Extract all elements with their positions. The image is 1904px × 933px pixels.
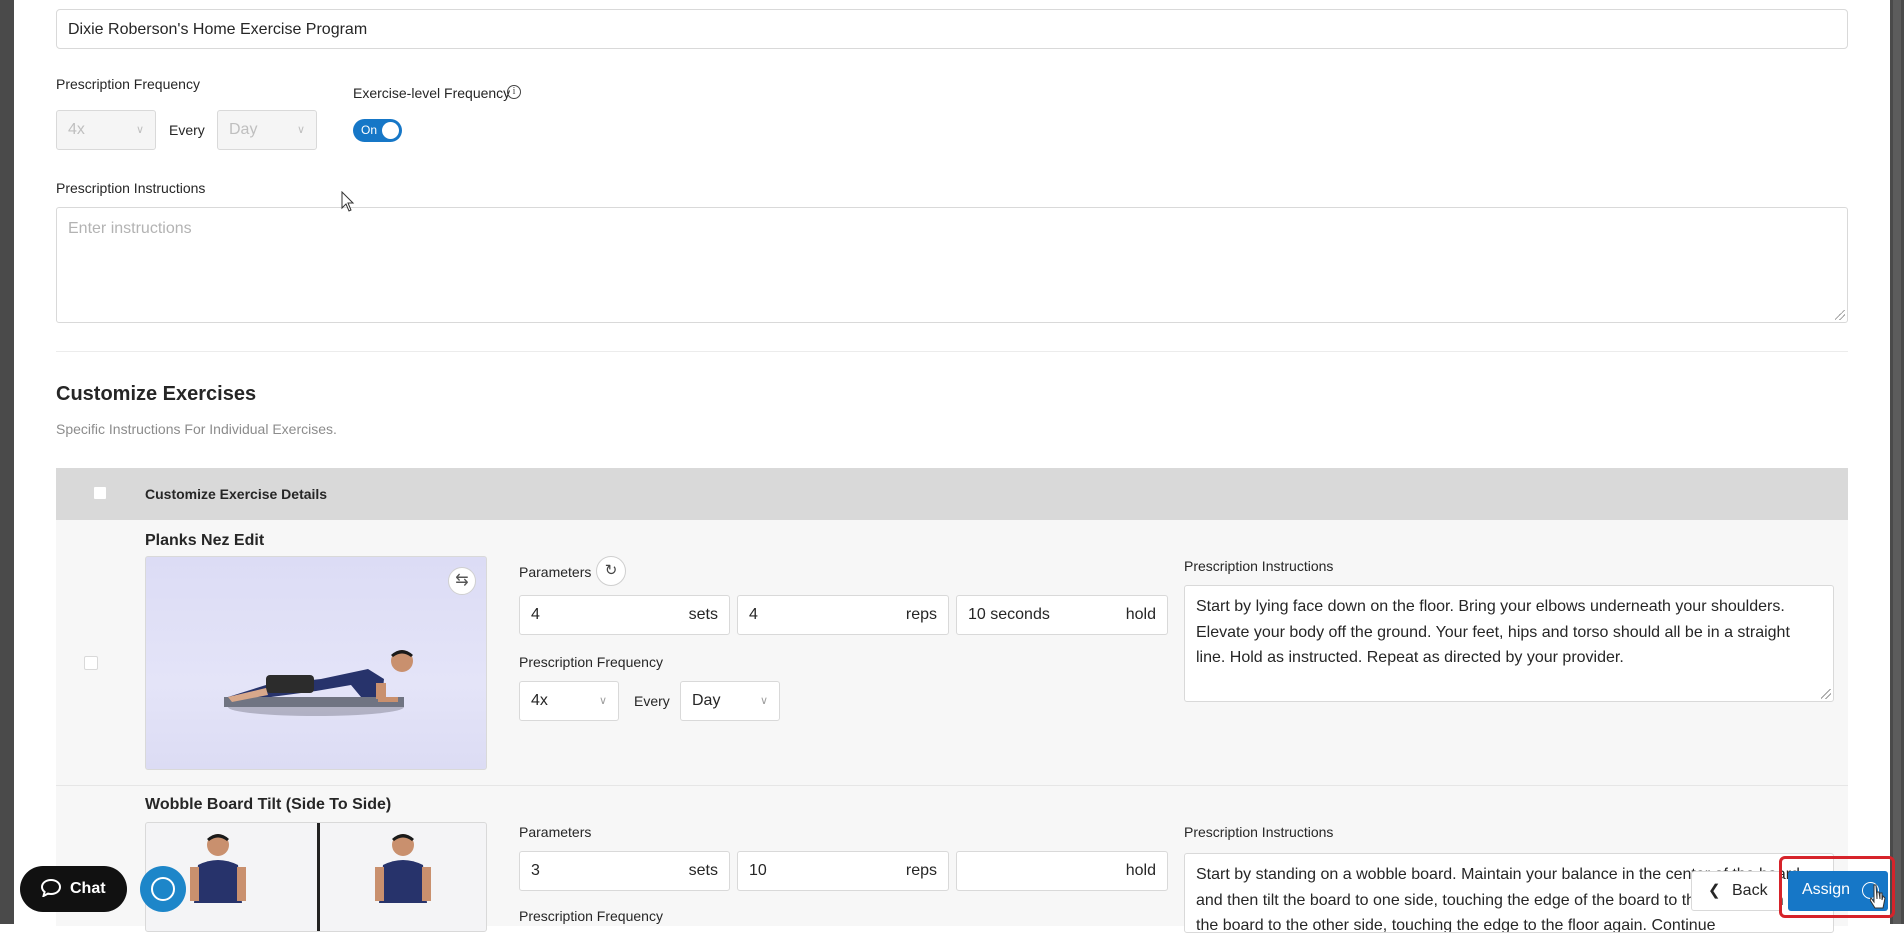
exercise-table-header: Customize Exercise Details — [56, 468, 1848, 520]
exercise-frequency-count-select[interactable]: 4x ∨ — [519, 681, 619, 721]
window-edge-left — [0, 0, 14, 924]
standing-figure-illustration — [190, 834, 431, 903]
customize-exercises-subtitle: Specific Instructions For Individual Exe… — [56, 421, 337, 437]
parameters-label: Parameters — [519, 824, 592, 840]
exercise-instructions-label: Prescription Instructions — [1184, 558, 1334, 574]
sets-value: 4 — [531, 606, 540, 623]
exercise-frequency-label: Prescription Frequency — [519, 908, 663, 924]
section-divider — [56, 351, 1848, 352]
chat-bubble-icon — [41, 879, 61, 897]
exercise-select-checkbox[interactable] — [84, 656, 98, 670]
exercise-instructions-textarea[interactable]: Start by lying face down on the floor. B… — [1184, 585, 1834, 702]
chat-button[interactable]: Chat — [20, 866, 127, 912]
reps-input[interactable]: 10 reps — [737, 851, 949, 891]
sets-input[interactable]: 3 sets — [519, 851, 730, 891]
exercise-frequency-period-select[interactable]: Day ∨ — [680, 681, 780, 721]
toggle-knob — [382, 122, 399, 139]
back-button[interactable]: ❮ Back — [1691, 871, 1782, 911]
exercise-level-frequency-toggle[interactable]: On — [353, 119, 402, 142]
prescription-frequency-label: Prescription Frequency — [56, 76, 200, 92]
reset-parameters-icon[interactable]: ↻ — [596, 556, 626, 586]
chat-label: Chat — [70, 880, 106, 897]
frequency-period-select[interactable]: Day ∨ — [217, 110, 317, 150]
chevron-down-icon: ∨ — [759, 695, 768, 707]
exercise-image — [145, 822, 487, 932]
prescription-instructions-textarea[interactable]: Enter instructions — [56, 207, 1848, 323]
frequency-period-value: Day — [229, 121, 258, 138]
program-title-value: Dixie Roberson's Home Exercise Program — [68, 21, 368, 38]
lifebuoy-icon — [151, 877, 175, 901]
resize-handle-icon[interactable] — [1821, 689, 1831, 699]
resize-handle-icon[interactable] — [1835, 310, 1845, 320]
exercise-instructions-label: Prescription Instructions — [1184, 824, 1334, 840]
customize-exercise-details-label: Customize Exercise Details — [145, 486, 328, 502]
frequency-count-value: 4x — [68, 121, 85, 138]
info-icon: i — [507, 85, 521, 99]
chevron-down-icon: ∨ — [598, 695, 607, 707]
toggle-on-text: On — [361, 123, 378, 137]
exercise-name: Wobble Board Tilt (Side To Side) — [145, 796, 392, 813]
swap-exercise-icon[interactable]: ⇆ — [448, 567, 476, 595]
scrollbar[interactable] — [1890, 0, 1904, 924]
plank-figure-illustration — [224, 650, 413, 716]
assign-label: Assign — [1802, 881, 1851, 898]
chevron-left-icon: ❮ — [1708, 882, 1721, 899]
exercise-frequency-period-value: Day — [692, 692, 721, 709]
sets-input[interactable]: 4 sets — [519, 595, 730, 635]
sets-unit: sets — [688, 862, 718, 879]
program-title-input[interactable]: Dixie Roberson's Home Exercise Program — [56, 9, 1848, 49]
sets-unit: sets — [688, 606, 718, 623]
instructions-placeholder: Enter instructions — [68, 220, 192, 237]
exercise-row: Planks Nez Edit ⇆ Parameters ↻ 4 sets 4 … — [56, 520, 1848, 786]
every-label: Every — [169, 122, 205, 138]
hold-value: 10 seconds — [968, 606, 1050, 623]
customize-exercises-title: Customize Exercises — [56, 383, 257, 405]
chevron-down-icon: ∨ — [135, 124, 144, 136]
reps-value: 10 — [749, 862, 767, 879]
back-label: Back — [1732, 882, 1768, 899]
exercise-row: Wobble Board Tilt (Side To Side) Paramet… — [56, 786, 1848, 933]
mouse-cursor-icon — [341, 191, 355, 212]
exercise-level-frequency-label: Exercise-level Frequency — [353, 85, 511, 101]
scrollbar-thumb[interactable] — [1893, 0, 1901, 924]
reps-unit: reps — [905, 606, 937, 623]
exercise-image: ⇆ — [145, 556, 487, 770]
reps-value: 4 — [749, 606, 758, 623]
exercise-frequency-label: Prescription Frequency — [519, 654, 663, 670]
frequency-count-select[interactable]: 4x ∨ — [56, 110, 156, 150]
parameters-label: Parameters — [519, 564, 592, 580]
exercise-instructions-text: Start by lying face down on the floor. B… — [1196, 598, 1790, 666]
hold-input[interactable]: 10 seconds hold — [956, 595, 1168, 635]
help-button[interactable] — [140, 866, 186, 912]
hold-unit: hold — [1125, 862, 1156, 879]
reps-input[interactable]: 4 reps — [737, 595, 949, 635]
select-all-checkbox[interactable] — [93, 486, 107, 500]
exercise-frequency-count-value: 4x — [531, 692, 548, 709]
reps-unit: reps — [905, 862, 937, 879]
hold-input[interactable]: hold — [956, 851, 1168, 891]
exercise-name: Planks Nez Edit — [145, 532, 265, 549]
hold-unit: hold — [1125, 606, 1156, 623]
sets-value: 3 — [531, 862, 540, 879]
prescription-instructions-label: Prescription Instructions — [56, 180, 206, 196]
mouse-cursor-icon — [1870, 884, 1886, 909]
chevron-down-icon: ∨ — [296, 124, 305, 136]
every-label: Every — [634, 693, 670, 709]
